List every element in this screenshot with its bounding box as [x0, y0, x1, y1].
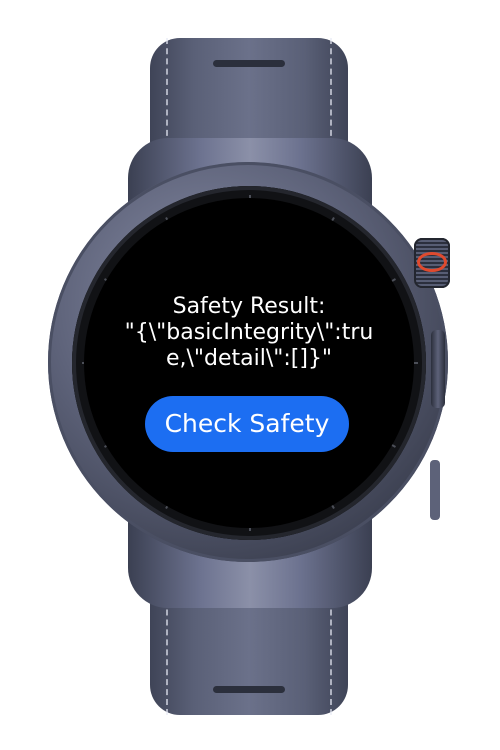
side-indent [430, 460, 440, 520]
smartwatch-device: Safety Result: "{\"basicIntegrity\":true… [0, 0, 500, 750]
safety-result-text: Safety Result: "{\"basicIntegrity\":true… [124, 294, 374, 371]
check-safety-button[interactable]: Check Safety [145, 396, 349, 452]
watch-screen: Safety Result: "{\"basicIntegrity\":true… [84, 198, 414, 528]
crown-accent-ring [417, 252, 447, 272]
strap-groove [213, 686, 285, 693]
side-button[interactable] [431, 330, 445, 408]
strap-groove [213, 60, 285, 67]
